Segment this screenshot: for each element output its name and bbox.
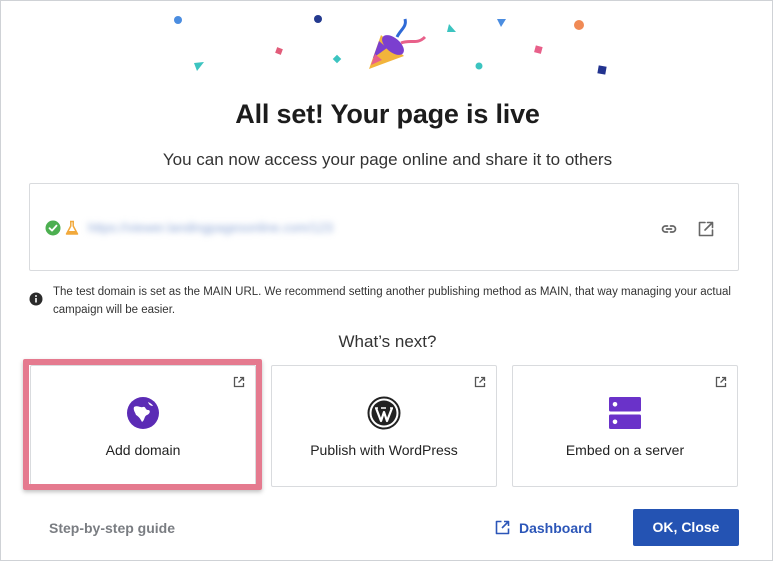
dialog-title: All set! Your page is live xyxy=(235,99,540,129)
external-link-icon xyxy=(715,376,727,388)
publish-success-dialog: All set! Your page is live You can now a… xyxy=(0,0,773,561)
globe-icon xyxy=(127,397,159,429)
publish-wordpress-card[interactable]: Publish with WordPress xyxy=(271,365,497,487)
add-domain-card[interactable]: Add domain xyxy=(30,365,256,487)
step-by-step-guide-link[interactable]: Step-by-step guide xyxy=(49,520,175,536)
dialog-subtitle: You can now access your page online and … xyxy=(162,150,613,169)
open-external-icon[interactable] xyxy=(695,218,717,240)
copy-link-icon[interactable] xyxy=(658,218,680,240)
published-url-box: https://viewer.landingpagesonline.com/12… xyxy=(29,183,739,271)
party-popper-icon xyxy=(369,18,427,69)
whats-next-heading: What’s next? xyxy=(338,332,437,351)
card-label: Embed on a server xyxy=(565,442,685,458)
check-circle-icon xyxy=(45,220,61,236)
server-icon xyxy=(609,397,641,429)
card-label: Publish with WordPress xyxy=(310,442,458,458)
flask-icon xyxy=(65,220,79,235)
external-link-icon xyxy=(495,520,510,535)
external-link-icon xyxy=(474,376,486,388)
ok-close-button[interactable]: OK, Close xyxy=(633,509,739,546)
info-icon xyxy=(29,292,43,306)
external-link-icon xyxy=(233,376,245,388)
embed-server-card[interactable]: Embed on a server xyxy=(512,365,738,487)
wordpress-icon xyxy=(367,396,401,430)
confetti-decoration xyxy=(174,15,607,75)
published-url[interactable]: https://viewer.landingpagesonline.com/12… xyxy=(88,218,333,238)
dashboard-label: Dashboard xyxy=(519,520,593,536)
card-label: Add domain xyxy=(105,442,181,458)
notice-text: The test domain is set as the MAIN URL. … xyxy=(53,286,731,316)
